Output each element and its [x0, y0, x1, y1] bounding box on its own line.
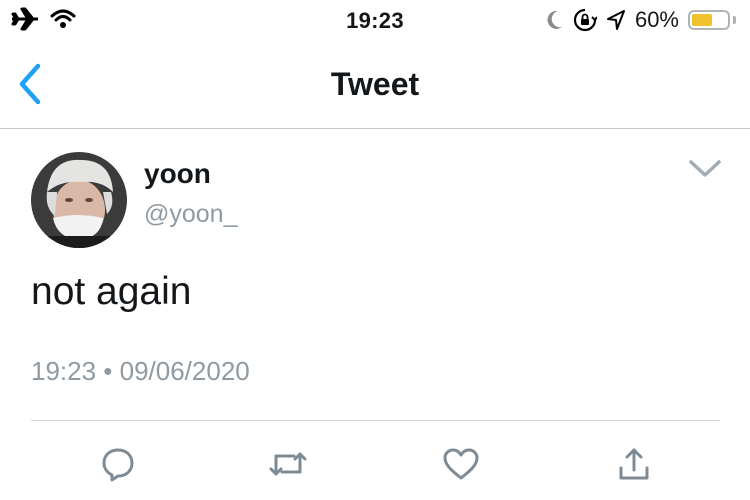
like-button[interactable]: [441, 444, 481, 484]
reply-button[interactable]: [98, 444, 138, 484]
divider: [31, 420, 720, 421]
battery-percent: 60%: [634, 7, 679, 32]
tweet-timestamp: 19:23 • 09/06/2020: [31, 356, 250, 386]
status-right: 60%: [546, 7, 736, 33]
like-icon: [443, 448, 479, 480]
avatar[interactable]: [31, 152, 127, 248]
chevron-down-icon: [689, 160, 721, 177]
avatar-image: [31, 152, 127, 248]
tweet-menu-button[interactable]: [688, 157, 722, 181]
location-icon: [606, 10, 625, 30]
user-handle[interactable]: @yoon_: [144, 200, 238, 229]
rotation-lock-icon: [573, 8, 597, 32]
battery-icon: [688, 10, 730, 30]
tweet-text: not again: [31, 270, 192, 313]
moon-icon: [547, 10, 562, 29]
display-name[interactable]: yoon: [144, 158, 211, 190]
reply-icon: [102, 448, 134, 482]
retweet-button[interactable]: [268, 444, 308, 484]
nav-bar: Tweet: [0, 42, 750, 129]
share-icon: [619, 448, 649, 480]
retweet-icon: [269, 452, 307, 476]
page-title: Tweet: [330, 66, 420, 102]
battery-tip: [733, 16, 736, 24]
status-bar: 19:23 60%: [0, 0, 750, 42]
share-button[interactable]: [614, 444, 654, 484]
battery-level: [692, 14, 712, 26]
